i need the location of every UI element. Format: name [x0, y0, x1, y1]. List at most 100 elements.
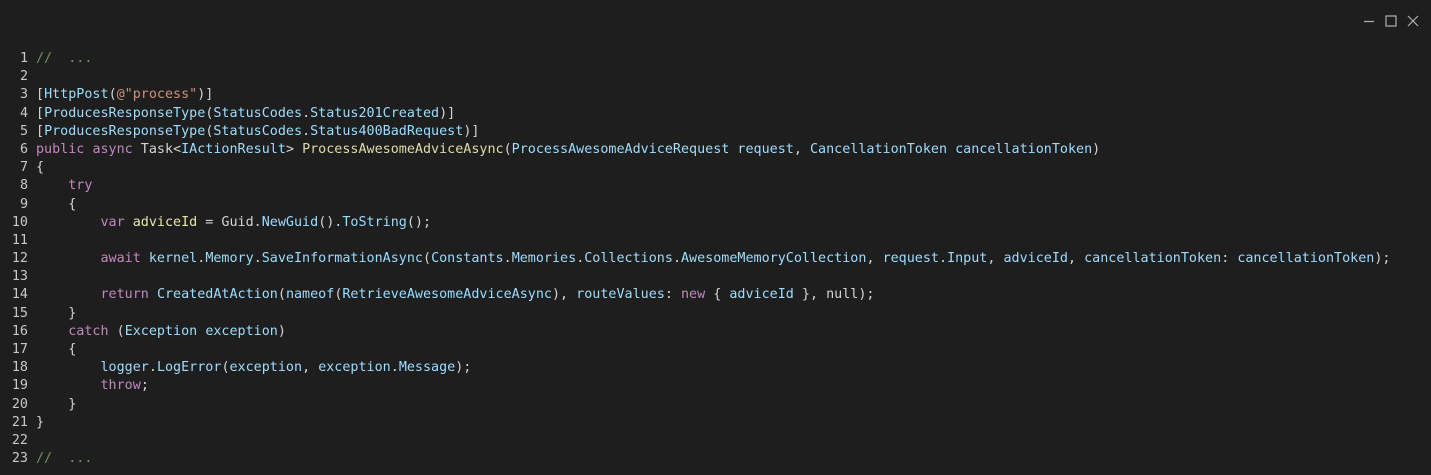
line-source: } — [36, 396, 76, 414]
code-line[interactable]: 10 var adviceId = Guid.NewGuid().ToStrin… — [0, 214, 1391, 232]
code-token: request — [737, 141, 794, 157]
code-token: )] — [439, 105, 456, 121]
line-number: 5 — [19, 123, 28, 139]
code-token: ProducesResponseType — [44, 123, 206, 139]
line-number: 23 — [11, 451, 28, 467]
line-source: logger.LogError(exception, exception.Mes… — [36, 359, 472, 377]
code-token: HttpPost — [44, 87, 109, 103]
code-token: ( — [108, 323, 125, 339]
code-line[interactable]: 7{ — [0, 159, 1391, 177]
code-token: public — [36, 141, 85, 157]
code-token: return — [100, 287, 149, 303]
code-line[interactable]: 20 } — [0, 396, 1391, 414]
code-token: Status201Created — [310, 105, 440, 121]
code-token: SaveInformationAsync — [261, 251, 423, 267]
line-number: 2 — [19, 69, 28, 85]
code-token: kernel — [148, 251, 198, 267]
code-token: // ... — [36, 451, 93, 467]
code-token: ), — [551, 287, 577, 303]
minimize-icon[interactable] — [1363, 15, 1375, 27]
code-line[interactable]: 1 // ... — [0, 50, 1391, 68]
line-source: { — [36, 341, 76, 359]
code-token: (). — [318, 214, 343, 230]
code-line[interactable]: 18 logger.LogError(exception, exception.… — [0, 359, 1391, 377]
line-source: return CreatedAtAction(nameof(RetrieveAw… — [36, 286, 875, 304]
code-token: ProducesResponseType — [44, 105, 206, 121]
line-source: try — [36, 177, 92, 195]
code-token: (); — [406, 214, 432, 230]
code-line[interactable]: 23 // ... — [0, 450, 1391, 468]
line-number: 10 — [11, 214, 28, 230]
code-line[interactable]: 6 public async Task<IActionResult> Proces… — [0, 141, 1391, 159]
code-line[interactable]: 14 return CreatedAtAction(nameof(Retriev… — [0, 286, 1391, 304]
code-line[interactable]: 15 } — [0, 305, 1391, 323]
code-line[interactable]: 9 { — [0, 196, 1391, 214]
code-line[interactable]: 22 — [0, 432, 1391, 450]
code-token: , — [793, 141, 810, 157]
code-token: catch — [68, 323, 109, 339]
code-token: > — [285, 141, 303, 157]
code-editor[interactable]: 1// ... 2 3 [HttpPost(@"process")] 4 [Produce… — [0, 50, 1391, 468]
code-token: exception — [318, 360, 391, 376]
code-token: . — [253, 251, 262, 267]
code-line[interactable]: 8 try — [0, 177, 1391, 195]
code-token: )] — [463, 123, 480, 139]
line-number: 8 — [19, 178, 28, 194]
code-line[interactable]: 21} — [0, 414, 1391, 432]
code-token: . — [939, 251, 948, 267]
code-line[interactable]: 4 [ProducesResponseType(StatusCodes.Statu… — [0, 105, 1391, 123]
line-source: [ProducesResponseType(StatusCodes.Status… — [36, 105, 455, 123]
code-line[interactable]: 11 — [0, 232, 1391, 250]
code-token: Exception — [124, 323, 198, 339]
close-icon[interactable] — [1407, 15, 1419, 27]
code-token: var — [100, 214, 125, 230]
code-line[interactable]: 19 throw; — [0, 377, 1391, 395]
code-line[interactable]: 3 [HttpPost(@"process")] — [0, 86, 1391, 104]
window-controls — [1363, 10, 1419, 32]
code-token: , — [987, 251, 1004, 267]
code-token: adviceId — [132, 214, 198, 230]
code-line[interactable]: 16 catch (Exception exception) — [0, 323, 1391, 341]
code-token: }, null); — [793, 287, 875, 303]
maximize-icon[interactable] — [1385, 15, 1397, 27]
code-line[interactable]: 13 — [0, 268, 1391, 286]
code-token: , — [866, 251, 883, 267]
code-token: adviceId — [729, 287, 794, 303]
code-token: )] — [197, 87, 214, 103]
code-token: ) — [1092, 141, 1101, 157]
code-line[interactable]: 17 { — [0, 341, 1391, 359]
line-source: var adviceId = Guid.NewGuid().ToString()… — [36, 214, 432, 232]
line-number: 13 — [11, 269, 28, 285]
code-token: await — [100, 251, 141, 267]
code-token: Constants — [431, 251, 504, 267]
code-token: . — [390, 360, 399, 376]
code-token: . — [672, 251, 681, 267]
code-line[interactable]: 2 — [0, 68, 1391, 86]
code-line[interactable]: 12 await kernel.Memory.SaveInformationAs… — [0, 250, 1391, 268]
code-token: ( — [503, 141, 512, 157]
code-token: { — [36, 342, 77, 357]
line-source: { — [36, 196, 76, 214]
code-token: @"process" — [116, 87, 198, 103]
line-number: 14 — [11, 287, 28, 303]
code-token: } — [36, 305, 77, 321]
line-number: 21 — [11, 414, 28, 430]
line-number: 12 — [11, 251, 28, 267]
code-token: } — [36, 414, 45, 430]
code-token: RetrieveAwesomeAdviceAsync — [342, 287, 552, 303]
code-token: routeValues — [576, 287, 665, 303]
code-line[interactable]: 5 [ProducesResponseType(StatusCodes.Statu… — [0, 123, 1391, 141]
line-number: 1 — [19, 51, 28, 66]
code-token: { — [36, 160, 45, 176]
code-token: ToString — [342, 214, 407, 230]
code-token: ( — [277, 287, 286, 303]
